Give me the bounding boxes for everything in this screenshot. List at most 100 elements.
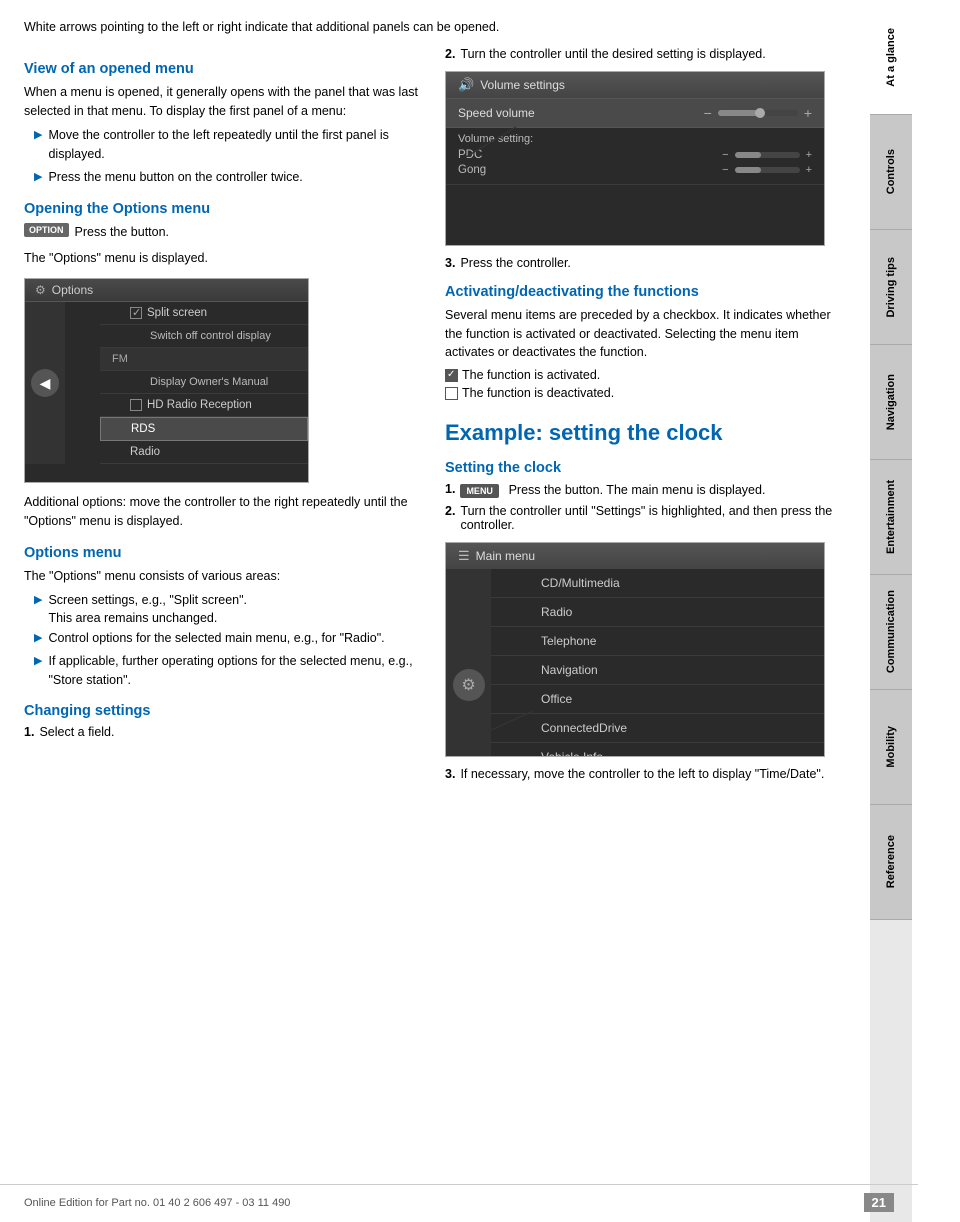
option-button: OPTION xyxy=(24,223,69,237)
sidebar-tab-label-at-a-glance: At a glance xyxy=(885,20,897,95)
sidebar-tab-label-reference: Reference xyxy=(885,827,897,896)
options-bullet-arrow-1: ▶ xyxy=(34,593,42,606)
sidebar-tab-driving-tips[interactable]: Driving tips xyxy=(870,230,912,345)
speed-volume-slider: − + xyxy=(704,105,812,121)
options-menu-body: The "Options" menu consists of various a… xyxy=(24,567,425,586)
right-step-3-text: Press the controller. xyxy=(460,256,570,270)
main-menu-pointer-svg xyxy=(478,706,543,741)
example-step-1: 1. MENU Press the button. The main menu … xyxy=(445,482,846,498)
options-screenshot: ⚙ Options ◀ Split screen Switch off xyxy=(24,278,309,483)
press-button-text: Press the button. xyxy=(75,223,170,242)
volume-pointer-svg xyxy=(466,122,526,162)
page-number: 21 xyxy=(864,1193,894,1212)
setting-clock-title: Setting the clock xyxy=(445,460,846,476)
menu-item-telephone: Telephone xyxy=(491,627,824,656)
activating-title: Activating/deactivating the functions xyxy=(445,284,846,300)
options-header-title: Options xyxy=(52,283,93,297)
example-title: Example: setting the clock xyxy=(445,420,846,446)
menu-item-cd: CD/Multimedia xyxy=(491,569,824,598)
right-sidebar: At a glance Controls Driving tips Naviga… xyxy=(870,0,912,1222)
options-menu-section-title: Options menu xyxy=(24,545,425,561)
sidebar-tab-reference[interactable]: Reference xyxy=(870,805,912,920)
options-header-icon: ⚙ xyxy=(35,283,46,297)
left-circle-btn: ◀ xyxy=(31,369,59,397)
sidebar-tab-label-controls: Controls xyxy=(885,141,897,202)
pdc-fill xyxy=(735,152,761,158)
options-bullet-1: ▶ Screen settings, e.g., "Split screen".… xyxy=(34,591,425,625)
sidebar-tab-navigation[interactable]: Navigation xyxy=(870,345,912,460)
gong-row: Gong − + xyxy=(458,164,812,176)
slider-track xyxy=(718,110,798,116)
options-item-hd-radio: HD Radio Reception xyxy=(100,394,308,417)
vol-plus: + xyxy=(804,105,812,121)
gong-label: Gong xyxy=(458,164,486,176)
pdc-plus: + xyxy=(806,149,812,161)
options-bullet-text-3: If applicable, further operating options… xyxy=(48,652,425,690)
page-footer: Online Edition for Part no. 01 40 2 606 … xyxy=(0,1184,918,1212)
options-left-control: ◀ xyxy=(25,302,65,464)
deactivated-label: The function is deactivated. xyxy=(462,386,614,400)
menu-item-radio: Radio xyxy=(491,598,824,627)
menu-item-navigation: Navigation xyxy=(491,656,824,685)
options-item-switch-off: Switch off control display xyxy=(100,325,308,348)
example-step-3: 3. If necessary, move the controller to … xyxy=(445,767,846,781)
right-step-2-text: Turn the controller until the desired se… xyxy=(460,47,765,61)
right-step-2: 2. Turn the controller until the desired… xyxy=(445,47,846,61)
options-bullet-arrow-3: ▶ xyxy=(34,654,42,667)
left-column: View of an opened menu When a menu is op… xyxy=(24,47,425,787)
options-bullet-3: ▶ If applicable, further operating optio… xyxy=(34,652,425,690)
sidebar-tab-label-mobility: Mobility xyxy=(885,718,897,776)
options-item-radio: Radio xyxy=(100,441,308,464)
additional-options-text: Additional options: move the controller … xyxy=(24,493,425,531)
bullet-text-2: Press the menu button on the controller … xyxy=(48,168,302,187)
options-layout: ◀ Split screen Switch off control displa… xyxy=(25,302,308,464)
changing-settings-title: Changing settings xyxy=(24,703,425,719)
example-step-2-text: Turn the controller until "Settings" is … xyxy=(460,504,846,532)
options-item-fm: FM xyxy=(100,348,308,371)
volume-header: 🔊 Volume settings xyxy=(446,72,824,98)
menu-item-vehicle: Vehicle Info xyxy=(491,743,824,757)
volume-title: Volume settings xyxy=(480,78,565,92)
changing-step-1-text: Select a field. xyxy=(39,725,114,739)
main-menu-screenshot: ☰ Main menu ⚙ CD/Multimedia Radio Teleph… xyxy=(445,542,825,757)
option-button-row: OPTION Press the button. xyxy=(24,223,425,242)
gong-minus: − xyxy=(722,164,728,176)
options-item-split-screen: Split screen xyxy=(100,302,308,325)
options-menu-displayed: The "Options" menu is displayed. xyxy=(24,249,425,268)
gong-plus: + xyxy=(806,164,812,176)
deactivated-row: The function is deactivated. xyxy=(445,386,846,400)
activating-body: Several menu items are preceded by a che… xyxy=(445,306,846,362)
sidebar-tab-entertainment[interactable]: Entertainment xyxy=(870,460,912,575)
gong-fill xyxy=(735,167,761,173)
footer-text: Online Edition for Part no. 01 40 2 606 … xyxy=(24,1197,290,1209)
main-menu-pointer xyxy=(478,706,543,744)
activated-icon xyxy=(445,369,458,382)
options-item-owners-manual: Display Owner's Manual xyxy=(100,371,308,394)
slider-fill xyxy=(718,110,758,116)
bullet-arrow-1: ▶ xyxy=(34,128,42,141)
sidebar-tab-controls[interactable]: Controls xyxy=(870,115,912,230)
volume-screenshot: 🔊 Volume settings Speed volume − + xyxy=(445,71,825,246)
sidebar-tab-at-a-glance[interactable]: At a glance xyxy=(870,0,912,115)
sidebar-tab-label-navigation: Navigation xyxy=(885,366,897,438)
gong-track xyxy=(735,167,800,173)
view-menu-title: View of an opened menu xyxy=(24,61,425,77)
pdc-track xyxy=(735,152,800,158)
sidebar-tab-label-driving-tips: Driving tips xyxy=(885,249,897,326)
sidebar-tab-communication[interactable]: Communication xyxy=(870,575,912,690)
page-wrapper: White arrows pointing to the left or rig… xyxy=(0,0,960,1222)
main-content: White arrows pointing to the left or rig… xyxy=(0,0,870,1222)
deactivated-icon xyxy=(445,387,458,400)
changing-step-1: 1. Select a field. xyxy=(24,725,425,739)
options-bullet-text-1: Screen settings, e.g., "Split screen". xyxy=(48,593,247,607)
options-header: ⚙ Options xyxy=(25,279,308,302)
gear-circle: ⚙ xyxy=(453,669,485,701)
sidebar-tab-mobility[interactable]: Mobility xyxy=(870,690,912,805)
vol-minus: − xyxy=(704,105,712,121)
activated-label: The function is activated. xyxy=(462,368,600,382)
checkbox-hd-radio xyxy=(130,399,142,411)
right-column: 2. Turn the controller until the desired… xyxy=(445,47,846,787)
menu-button: MENU xyxy=(460,484,499,498)
options-bullet-text-2: Control options for the selected main me… xyxy=(48,629,384,648)
volume-pointer xyxy=(466,122,526,165)
